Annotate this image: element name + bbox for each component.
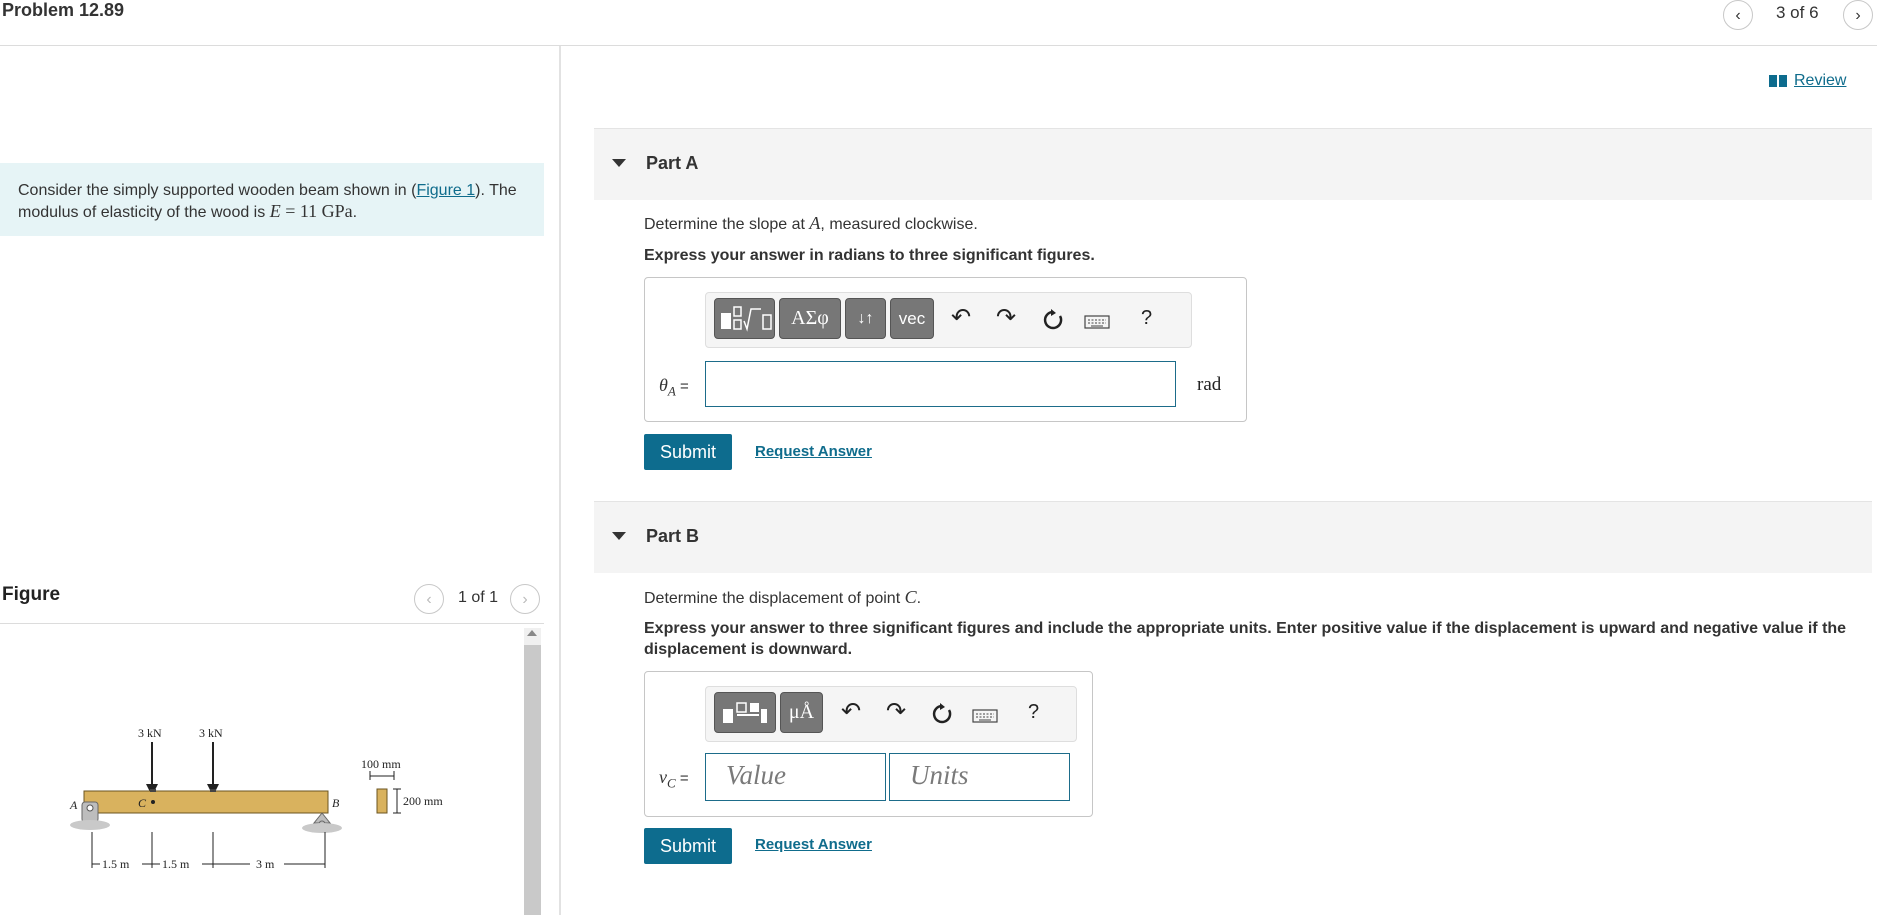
part-a-submit-button[interactable]: Submit [644, 434, 732, 470]
column-divider [559, 46, 561, 915]
part-a-math-toolbar: ΑΣφ ↓↑ vec ↶ ↷ ? [705, 292, 1192, 348]
chevron-left-icon: ‹ [1735, 7, 1741, 24]
height-label: 200 mm [403, 794, 443, 808]
templates-button[interactable] [714, 692, 776, 733]
part-b-prompt-end: . [916, 590, 922, 607]
part-b-prompt: Determine the displacement of point C. [644, 587, 921, 608]
part-a-title: Part A [646, 153, 699, 173]
part-a-header[interactable]: Part A [594, 128, 1872, 200]
help-button[interactable]: ? [1141, 307, 1152, 330]
part-b-answer-box: μÅ ↶ ↷ ? vC = Value Units [644, 671, 1093, 817]
problem-pager: 3 of 6 [1776, 3, 1819, 22]
wooden-beam [83, 790, 329, 814]
sort-button[interactable]: ↓↑ [845, 298, 886, 339]
part-b-submit-button[interactable]: Submit [644, 828, 732, 864]
chevron-right-icon: › [1855, 7, 1861, 24]
figure-heading: Figure [2, 584, 61, 605]
equals-sign: = [675, 770, 689, 787]
part-a-request-answer-link[interactable]: Request Answer [755, 443, 872, 460]
figure-next-button[interactable]: › [510, 584, 540, 614]
v-symbol: v [659, 767, 667, 787]
reset-icon[interactable] [931, 703, 953, 725]
part-b-request-answer-link[interactable]: Request Answer [755, 836, 872, 853]
part-b-header[interactable]: Part B [594, 501, 1872, 573]
part-a-instructions: Express your answer in radians to three … [644, 247, 1095, 264]
chevron-left-icon: ‹ [426, 591, 432, 608]
part-b-instructions: Express your answer to three significant… [644, 620, 1847, 658]
load-arrow-1 [146, 742, 158, 796]
point-c-label: C [138, 796, 147, 810]
intro-text: Consider the simply supported wooden bea… [18, 182, 417, 199]
part-a-answer-box: ΑΣφ ↓↑ vec ↶ ↷ ? θA = rad [644, 277, 1247, 422]
scroll-up-arrow-icon[interactable] [527, 630, 537, 636]
point-a-label: A [69, 798, 78, 812]
part-b-units-input[interactable]: Units [889, 753, 1070, 801]
part-a-prompt-text: Determine the slope at [644, 216, 810, 233]
problem-intro: Consider the simply supported wooden bea… [0, 163, 544, 236]
modulus-symbol: E [269, 201, 281, 221]
vector-button[interactable]: vec [890, 298, 934, 339]
part-a-answer-label: θA = [659, 375, 689, 400]
help-button[interactable]: ? [1028, 701, 1039, 724]
width-label: 100 mm [361, 757, 401, 771]
part-a-prompt: Determine the slope at A, measured clock… [644, 213, 978, 234]
part-b-title: Part B [646, 526, 700, 546]
load-arrow-2 [207, 742, 219, 796]
beam-cross-section [376, 788, 388, 814]
templates-icon [720, 306, 772, 332]
theta-subscript: A [667, 383, 676, 399]
roller-support-b [302, 812, 342, 833]
load-label-1: 3 kN [138, 726, 162, 740]
part-b-answer-label: vC = [659, 767, 689, 792]
templates-icon [723, 702, 767, 723]
undo-icon[interactable]: ↶ [951, 303, 971, 332]
modulus-value: = 11 GPa [280, 201, 353, 221]
undo-icon[interactable]: ↶ [841, 697, 861, 726]
part-b-value-input[interactable]: Value [705, 753, 886, 801]
intro-text-end: . [352, 204, 358, 221]
units-placeholder: Units [910, 760, 969, 790]
greek-symbols-button[interactable]: ΑΣφ [779, 298, 841, 339]
part-a-answer-input[interactable] [705, 361, 1176, 407]
dimension-3: 3 m [256, 857, 275, 871]
part-a-prompt-var: A [809, 213, 821, 233]
units-button[interactable]: μÅ [780, 692, 823, 733]
load-plate-2 [210, 789, 216, 792]
part-a-unit: rad [1197, 374, 1222, 395]
v-subscript: C [667, 775, 676, 791]
beam-figure: 3 kN 3 kN C A B 100 mm 200 mm 1.5 m 1.5 … [69, 726, 443, 871]
load-label-2: 3 kN [199, 726, 223, 740]
point-b-label: B [332, 796, 340, 810]
part-b-prompt-var: C [904, 587, 917, 607]
part-b-math-toolbar: μÅ ↶ ↷ ? [705, 686, 1077, 742]
value-placeholder: Value [726, 760, 786, 790]
redo-icon[interactable]: ↷ [886, 697, 906, 726]
review-link[interactable]: Review [1794, 72, 1846, 90]
caret-down-icon [612, 532, 626, 540]
figure-scrollbar-thumb[interactable] [524, 645, 541, 915]
chevron-right-icon: › [522, 591, 528, 608]
load-plate-1 [150, 789, 156, 792]
figure-link[interactable]: Figure 1 [416, 182, 475, 199]
keyboard-icon[interactable] [972, 709, 998, 723]
keyboard-icon[interactable] [1084, 315, 1110, 329]
dimension-1: 1.5 m [102, 857, 130, 871]
reset-icon[interactable] [1042, 309, 1064, 331]
next-problem-button[interactable]: › [1843, 0, 1873, 30]
prev-problem-button[interactable]: ‹ [1723, 0, 1753, 30]
dimension-2: 1.5 m [162, 857, 190, 871]
book-icon [1769, 75, 1787, 87]
header-divider [0, 45, 1877, 46]
equals-sign: = [675, 378, 689, 395]
part-a-prompt-end: , measured clockwise. [820, 216, 978, 233]
part-b-prompt-text: Determine the displacement of point [644, 590, 905, 607]
figure-prev-button[interactable]: ‹ [414, 584, 444, 614]
theta-symbol: θ [659, 375, 668, 395]
point-c-marker [151, 800, 155, 804]
caret-down-icon [612, 159, 626, 167]
figure-pager: 1 of 1 [458, 589, 499, 606]
redo-icon[interactable]: ↷ [996, 303, 1016, 332]
templates-button[interactable] [714, 298, 775, 339]
problem-title: Problem 12.89 [2, 0, 125, 20]
